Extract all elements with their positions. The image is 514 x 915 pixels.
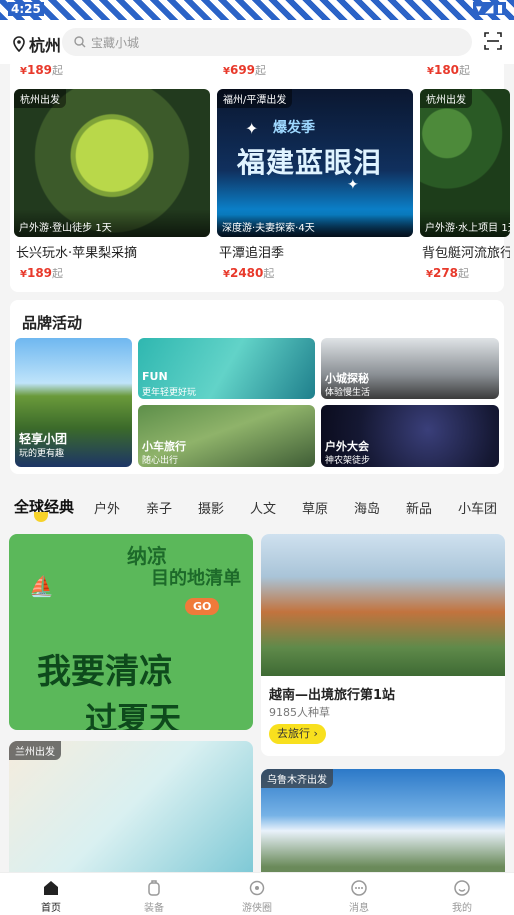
tab-profile[interactable]: 我的 [432, 879, 492, 914]
tile-title[interactable]: 背包艇河流旅行 [422, 242, 510, 261]
brand-tile-sub: 神农架徒步 [325, 456, 371, 466]
tile-price: ¥189起 [20, 266, 64, 280]
tile-title[interactable]: 长兴玩水·苹果梨采摘 [16, 242, 210, 261]
feed-card-title: 越南—出境旅行第1站 [269, 688, 396, 703]
search-icon [74, 36, 86, 48]
message-icon [351, 880, 367, 896]
tab-label: 首页 [41, 903, 61, 914]
backpack-icon [148, 880, 160, 896]
tile-price: ¥2480起 [223, 266, 275, 280]
price-2: ¥699起 [223, 63, 267, 77]
tile-tagline: 户外游·水上项目 1天 [420, 209, 510, 237]
tab-small-car-group[interactable]: 小车团 [458, 498, 497, 517]
tab-messages[interactable]: 消息 [329, 879, 389, 914]
promo-line2: 目的地清单 [151, 568, 241, 589]
search-placeholder: 宝藏小城 [91, 35, 140, 50]
brand-tile-car-trip[interactable]: 小车旅行 随心出行 [138, 405, 315, 467]
scan-icon [484, 32, 502, 50]
tab-culture[interactable]: 人文 [250, 498, 276, 517]
tab-outdoor[interactable]: 户外 [94, 498, 120, 517]
flower-icon [249, 880, 265, 896]
feed-card-vietnam[interactable]: 越南—出境旅行第1站 9185人种草 去旅行 › [261, 534, 505, 756]
tile-title[interactable]: 平潭追泪季 [219, 242, 413, 261]
tile-overlay-big: 福建蓝眼泪 [237, 146, 383, 179]
brand-tile-label: 小城探秘 [325, 372, 369, 385]
scan-button[interactable] [484, 32, 502, 54]
sparkle-icon: ✦ [347, 177, 359, 193]
brand-tile-sub: 玩的更有趣 [19, 449, 65, 459]
sparkle-icon: ✦ [245, 119, 259, 138]
departure-badge: 乌鲁木齐出发 [261, 769, 333, 788]
product-tile-pear[interactable]: 杭州出发 户外游·登山徒步 1天 [14, 89, 210, 237]
vietnam-image [261, 534, 505, 676]
product-tile-blue-tears[interactable]: 福州/平潭出发 爆发季 福建蓝眼泪 ✦ ✦ 深度游·夫妻探索·4天 [217, 89, 413, 237]
top-price-row: ¥189起 ¥699起 ¥180起 [20, 62, 510, 78]
tile-tagline: 户外游·登山徒步 1天 [14, 209, 210, 237]
go-button[interactable]: GO [185, 598, 220, 615]
departure-badge: 福州/平潭出发 [217, 89, 293, 108]
departure-badge: 杭州出发 [420, 89, 472, 108]
section-title: 品牌活动 [22, 314, 83, 332]
tile-price: ¥278起 [426, 266, 470, 280]
tab-photography[interactable]: 摄影 [198, 498, 224, 517]
smile-icon [454, 880, 470, 896]
brand-tile-small-group[interactable]: 轻享小团 玩的更有趣 [15, 338, 132, 467]
feed-card-lanzhou[interactable]: 兰州出发 [9, 741, 253, 872]
tab-label: 消息 [349, 903, 369, 914]
city-name: 杭州 [29, 36, 62, 55]
tile-overlay-small: 爆发季 [273, 120, 315, 136]
feed-card-cool-summer[interactable]: 纳凉 目的地清单 GO 我要清凉 过夏天 ⛵ [9, 534, 253, 730]
tab-community[interactable]: 游侠圈 [227, 879, 287, 914]
brand-tile-label: FUN [142, 370, 168, 383]
active-tab-indicator [34, 512, 48, 522]
departure-badge: 兰州出发 [9, 741, 61, 760]
status-time: 4:25 [8, 2, 44, 16]
departure-badge: 杭州出发 [14, 89, 66, 108]
tab-new[interactable]: 新品 [406, 498, 432, 517]
price-1: ¥189起 [20, 63, 64, 77]
brand-tile-label: 轻享小团 [19, 432, 68, 446]
tile-tagline: 深度游·夫妻探索·4天 [217, 209, 413, 237]
brand-tile-sub: 随心出行 [142, 456, 179, 466]
location-pin-icon [13, 36, 25, 52]
feed-card-urumqi[interactable]: 乌鲁木齐出发 [261, 769, 505, 872]
search-input[interactable]: 宝藏小城 [62, 28, 472, 56]
location-selector[interactable]: 杭州 [12, 32, 61, 56]
surfer-icon: ⛵ [29, 574, 54, 598]
promo-big1: 我要清凉 [37, 652, 173, 692]
bottom-tab-bar: 首页 装备 游侠圈 消息 我的 [0, 872, 514, 915]
category-tabs: 全球经典 户外 亲子 摄影 人文 草原 海岛 新品 小车团 [0, 494, 514, 520]
tab-label: 我的 [452, 903, 472, 914]
tab-island[interactable]: 海岛 [354, 498, 380, 517]
tab-label: 游侠圈 [242, 903, 272, 914]
brand-tile-town[interactable]: 小城探秘 体验慢生活 [321, 338, 499, 399]
feed-card-subtitle: 9185人种草 [269, 706, 330, 719]
promo-big2: 过夏天 [85, 700, 182, 730]
home-icon [44, 881, 58, 895]
tab-grassland[interactable]: 草原 [302, 498, 328, 517]
brand-tile-fun[interactable]: FUN 更年轻更好玩 [138, 338, 315, 399]
tab-gear[interactable]: 装备 [124, 879, 184, 914]
brand-tile-outdoor[interactable]: 户外大会 神农架徒步 [321, 405, 499, 467]
brand-tile-label: 户外大会 [325, 440, 369, 453]
status-bar: 4:25 ▾ ◢ ▮ [0, 0, 514, 20]
tab-label: 装备 [144, 903, 164, 914]
brand-tile-label: 小车旅行 [142, 440, 186, 453]
status-icons: ▾ ◢ ▮ [472, 2, 506, 15]
product-tile-forest[interactable]: 杭州出发 户外游·水上项目 1天 [420, 89, 510, 237]
price-3: ¥180起 [427, 63, 471, 77]
tab-home[interactable]: 首页 [21, 879, 81, 914]
brand-tile-sub: 体验慢生活 [325, 388, 371, 398]
tab-family[interactable]: 亲子 [146, 498, 172, 517]
brand-tile-sub: 更年轻更好玩 [142, 388, 197, 398]
go-travel-button[interactable]: 去旅行 › [269, 724, 326, 744]
